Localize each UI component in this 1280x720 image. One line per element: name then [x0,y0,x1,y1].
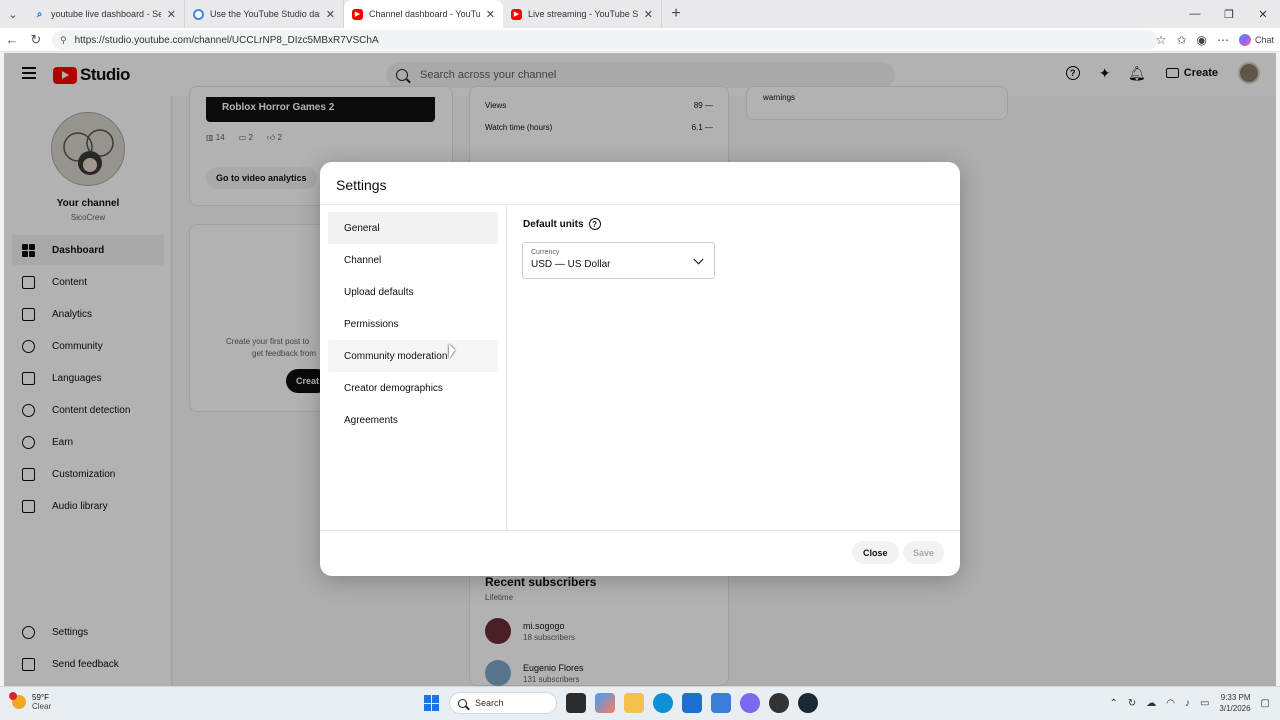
back-icon[interactable]: ← [0,32,24,47]
settings-dialog: Settings General Channel Upload defaults… [320,162,960,576]
edge-icon[interactable] [653,693,673,713]
weather-temp: 59°F [32,693,49,702]
taskbar-apps: Search [424,692,818,714]
tab-title: Channel dashboard - YouTube Studio [369,9,480,19]
notifications-icon[interactable]: ▢ [1261,698,1270,709]
browser-tab-help[interactable]: Use the YouTube Studio dashboard ✕ [185,0,344,28]
window-close-icon[interactable]: ✕ [1246,0,1280,28]
app-icon[interactable] [769,693,789,713]
close-icon[interactable]: ✕ [486,8,495,21]
browser-tab-bar: ⌄ ⌕ youtube live dashboard - Search ✕ Us… [0,0,1280,28]
tray-overflow-icon[interactable]: ⌃ [1109,698,1117,709]
clock-date: 3/1/2026 [1219,704,1251,713]
save-button[interactable]: Save [903,541,945,564]
settings-nav-channel[interactable]: Channel [328,244,498,276]
settings-nav-community-moderation[interactable]: Community moderation [328,340,498,372]
taskbar: 59°F Clear Search ⌃ ↻ ☁ ◠ ♪ ▭ 9:33 PM 3/… [0,686,1280,720]
youtube-icon: ▶ [511,8,522,20]
favorite-star-icon[interactable]: ☆ [1156,33,1167,47]
cloud-icon[interactable]: ☁ [1146,698,1156,709]
window-controls: — ❐ ✕ [1178,0,1280,28]
tab-title: Live streaming - YouTube Studio [528,9,638,19]
refresh-icon[interactable]: ↻ [24,32,48,48]
url-field[interactable]: ⚲ https://studio.youtube.com/channel/UCC… [52,30,1158,50]
close-icon[interactable]: ✕ [644,8,653,21]
close-icon[interactable]: ✕ [326,8,335,21]
weather-widget[interactable]: 59°F Clear [9,692,52,711]
browser-tab-live[interactable]: ▶ Live streaming - YouTube Studio ✕ [503,0,662,28]
more-icon[interactable]: ⋯ [1217,33,1229,47]
battery-icon[interactable]: ▭ [1200,698,1209,709]
task-view-icon[interactable] [566,693,586,713]
settings-nav-agreements[interactable]: Agreements [328,404,498,436]
tab-title: youtube live dashboard - Search [51,9,161,19]
tab-title: Use the YouTube Studio dashboard [210,9,320,19]
system-tray: ⌃ ↻ ☁ ◠ ♪ ▭ 9:33 PM 3/1/2026 ▢ [1109,692,1270,714]
default-units-label: Default units [523,218,584,230]
divider [320,530,960,531]
divider [320,204,960,205]
copilot-app-icon[interactable] [595,693,615,713]
wifi-icon[interactable]: ◠ [1166,698,1175,709]
chat-label: Chat [1254,35,1274,45]
close-button[interactable]: Close [852,541,899,564]
windows-start-icon[interactable] [424,695,440,711]
url-text: https://studio.youtube.com/channel/UCCLr… [74,34,379,46]
close-icon[interactable]: ✕ [167,8,176,21]
clock-time: 9:33 PM [1220,693,1251,702]
settings-nav-upload-defaults[interactable]: Upload defaults [328,276,498,308]
steam-icon[interactable] [798,693,818,713]
store-icon[interactable] [682,693,702,713]
settings-nav-creator-demographics[interactable]: Creator demographics [328,372,498,404]
file-explorer-icon[interactable] [624,693,644,713]
weather-condition: Clear [32,702,52,711]
search-icon: ⌕ [36,8,43,20]
copilot-icon [1238,34,1251,46]
dialog-title: Settings [336,177,387,193]
help-icon[interactable]: ? [588,218,601,230]
google-icon [193,8,204,20]
browser-toolbar: ☆ ✩ ◉ ⋯ Chat [1156,28,1274,52]
divider [506,205,507,530]
youtube-icon: ▶ [352,8,363,20]
profile-icon[interactable]: ◉ [1197,33,1207,47]
outlook-icon[interactable] [711,693,731,713]
search-icon [458,698,467,708]
settings-nav-permissions[interactable]: Permissions [328,308,498,340]
currency-value: USD — US Dollar [531,259,611,270]
taskbar-search-label: Search [475,698,504,708]
currency-select[interactable]: Currency USD — US Dollar [522,242,715,279]
volume-icon[interactable]: ♪ [1185,698,1190,709]
notification-badge [9,692,17,700]
copilot-chat-button[interactable]: Chat [1238,34,1274,46]
tab-list-button[interactable]: ⌄ [0,0,26,28]
minimize-icon[interactable]: — [1178,0,1212,28]
mouse-cursor [449,344,455,359]
new-tab-button[interactable]: + [662,5,690,23]
clock[interactable]: 9:33 PM 3/1/2026 [1219,692,1250,714]
browser-tab-search[interactable]: ⌕ youtube live dashboard - Search ✕ [26,0,185,28]
settings-nav-general[interactable]: General [328,212,498,244]
favorites-icon[interactable]: ✩ [1176,33,1186,47]
site-info-icon[interactable]: ⚲ [60,35,67,46]
taskbar-search[interactable]: Search [449,692,557,714]
restore-icon[interactable]: ❐ [1212,0,1246,28]
default-units-heading: Default units ? [523,218,601,230]
discord-icon[interactable] [740,693,760,713]
address-bar-row: ← ↻ ⚲ https://studio.youtube.com/channel… [0,28,1280,52]
browser-tab-dashboard[interactable]: ▶ Channel dashboard - YouTube Studio ✕ [344,0,503,28]
sync-icon[interactable]: ↻ [1128,698,1136,709]
weather-icon [9,692,26,709]
currency-label: Currency [531,249,560,256]
